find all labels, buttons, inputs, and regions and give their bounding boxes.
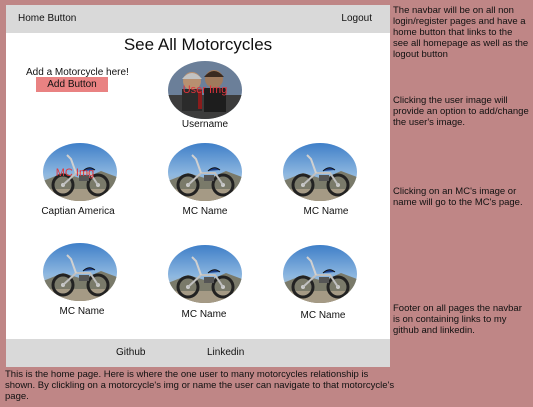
motorcycle-image-overlay: MC Img [56, 167, 95, 179]
user-image[interactable]: User Img [168, 61, 242, 119]
home-button[interactable]: Home Button [18, 13, 76, 24]
user-image-annotation: Clicking the user image will provide an … [393, 95, 529, 128]
user-image-overlay: User Img [183, 84, 228, 96]
navbar-annotation: The navbar will be on all non login/regi… [393, 5, 529, 60]
motorcycle-name-6[interactable]: MC Name [273, 310, 373, 321]
navbar: Home Button Logout [6, 5, 390, 33]
motorcycle-name-3[interactable]: MC Name [276, 206, 376, 217]
linkedin-link[interactable]: Linkedin [207, 347, 244, 358]
motorcycle-name-2[interactable]: MC Name [155, 206, 255, 217]
motorcycle-name-4[interactable]: MC Name [32, 306, 132, 317]
motorcycle-name-5[interactable]: MC Name [154, 309, 254, 320]
motorcycle-image-3[interactable] [283, 143, 357, 201]
page-annotation: This is the home page. Here is where the… [5, 369, 395, 402]
app-frame: Home Button Logout See All Motorcycles A… [6, 5, 390, 367]
motorcycle-image-4[interactable] [43, 243, 117, 301]
motorcycle-image-1[interactable]: MC Img [43, 143, 117, 201]
username: Username [181, 119, 229, 130]
motorcycle-image-5[interactable] [168, 245, 242, 303]
logout-button[interactable]: Logout [341, 13, 372, 24]
add-motorcycle-button[interactable]: Add Button [36, 77, 108, 92]
motorcycle-annotation: Clicking on an MC's image or name will g… [393, 186, 523, 208]
footer-annotation: Footer on all pages the navbar is on con… [393, 303, 522, 336]
github-link[interactable]: Github [116, 347, 145, 358]
motorcycle-image-2[interactable] [168, 143, 242, 201]
page-title: See All Motorcycles [123, 35, 273, 54]
motorcycle-image-6[interactable] [283, 245, 357, 303]
footer: Github Linkedin [6, 339, 390, 367]
motorcycle-name-1[interactable]: Captian America [28, 206, 128, 217]
